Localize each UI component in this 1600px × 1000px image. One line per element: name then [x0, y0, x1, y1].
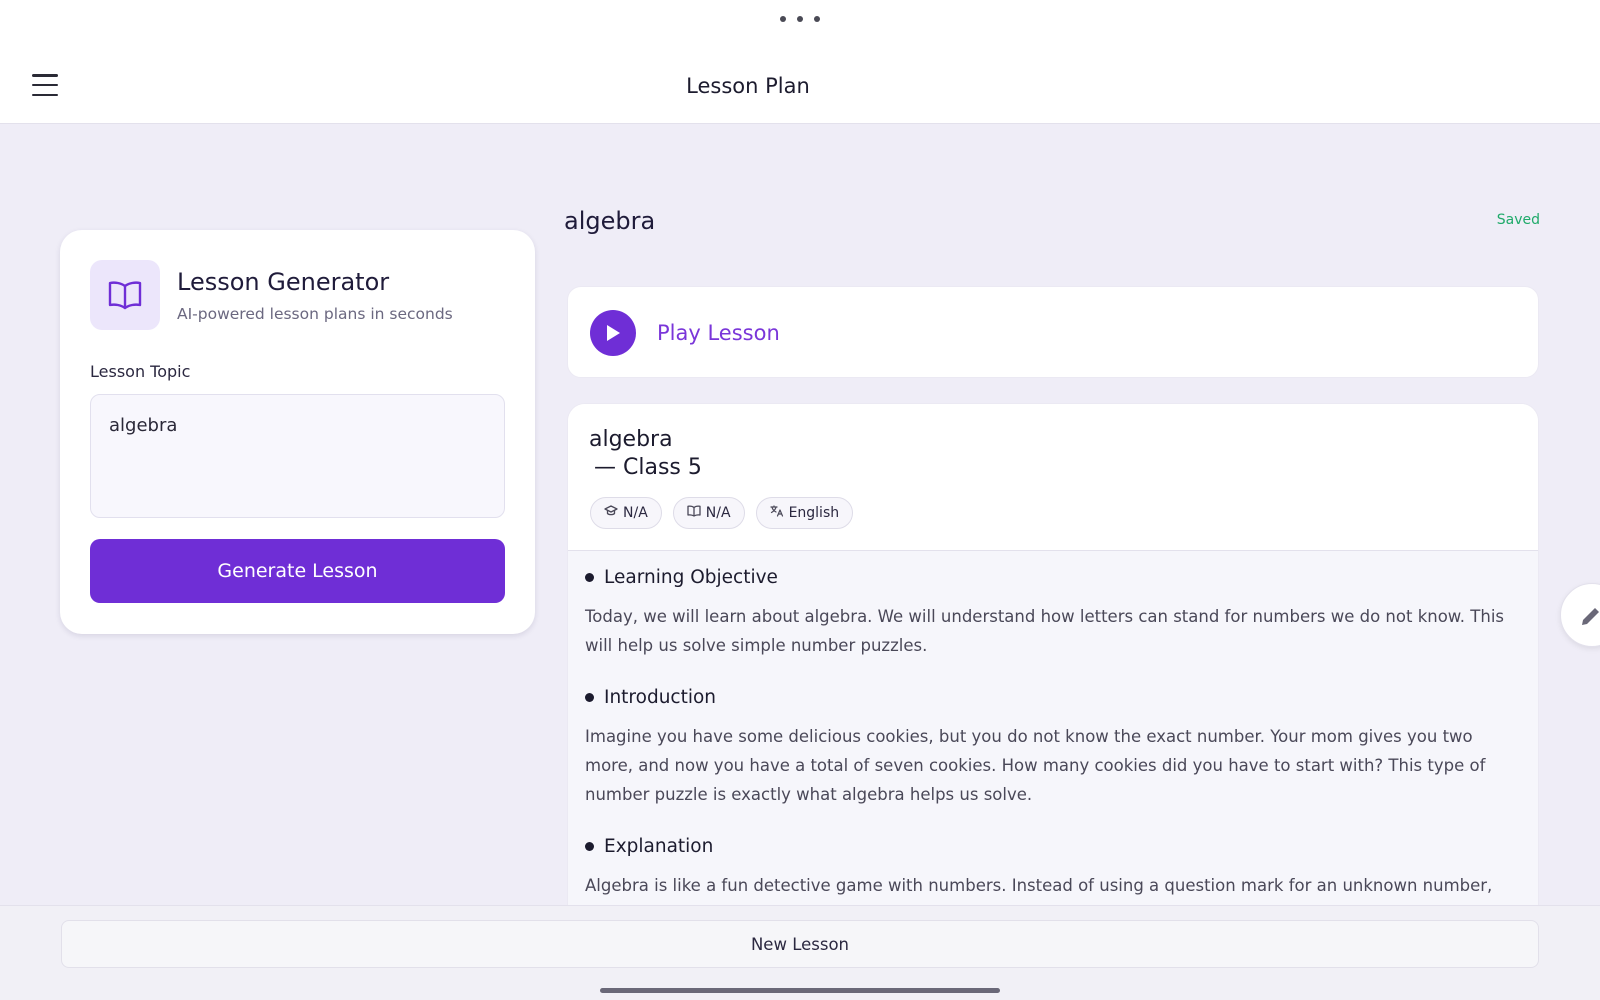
lesson-meta-chips: N/A N/A English — [590, 497, 854, 529]
section-heading: Introduction — [604, 687, 717, 708]
ellipsis-icon[interactable] — [780, 14, 820, 24]
lesson-topic-input[interactable]: algebra — [90, 394, 505, 518]
book-icon — [687, 505, 701, 521]
language-chip-label: English — [788, 505, 840, 521]
lesson-heading: algebra — [564, 207, 656, 235]
saved-status: Saved — [1496, 212, 1540, 228]
section-text: Imagine you have some delicious cookies,… — [585, 727, 1486, 804]
lesson-generator-card: Lesson Generator AI-powered lesson plans… — [60, 230, 535, 634]
play-lesson-button[interactable]: Play Lesson — [567, 286, 1539, 378]
grade-chip-label: N/A — [623, 505, 648, 521]
lesson-content-card: algebra — Class 5 N/A N/A English Learni… — [567, 403, 1539, 923]
grade-chip: N/A — [590, 497, 662, 529]
section-explanation: Explanation Algebra is like a fun detect… — [585, 836, 1525, 900]
generator-subtitle: AI-powered lesson plans in seconds — [177, 305, 453, 323]
bullet-icon — [585, 573, 594, 582]
lesson-title: algebra — [589, 427, 673, 452]
play-lesson-label: Play Lesson — [657, 321, 780, 345]
graduation-cap-icon — [604, 505, 618, 521]
translate-icon — [769, 505, 784, 521]
new-lesson-button[interactable]: New Lesson — [61, 920, 1539, 968]
lesson-class: — Class 5 — [594, 455, 702, 480]
lesson-topic-label: Lesson Topic — [90, 362, 191, 381]
section-text: Today, we will learn about algebra. We w… — [585, 607, 1504, 655]
lesson-content-body: Learning Objective Today, we will learn … — [568, 551, 1538, 922]
bullet-icon — [585, 842, 594, 851]
pencil-icon — [1579, 604, 1600, 632]
generate-lesson-button[interactable]: Generate Lesson — [90, 539, 505, 603]
play-icon — [590, 310, 636, 356]
top-app-bar: Lesson Plan — [0, 0, 1600, 124]
page-title: Lesson Plan — [686, 74, 810, 98]
section-heading: Learning Objective — [604, 567, 778, 588]
section-heading: Explanation — [604, 836, 714, 857]
home-indicator[interactable] — [600, 988, 1000, 993]
lesson-content-header: algebra — Class 5 N/A N/A English — [568, 404, 1538, 551]
bottom-bar: New Lesson — [0, 905, 1600, 1000]
subject-chip-label: N/A — [705, 505, 731, 521]
section-introduction: Introduction Imagine you have some delic… — [585, 687, 1525, 809]
bullet-icon — [585, 693, 594, 702]
open-book-icon — [90, 260, 160, 330]
edit-button[interactable] — [1560, 583, 1600, 647]
language-chip: English — [755, 497, 854, 529]
section-learning-objective: Learning Objective Today, we will learn … — [585, 567, 1525, 660]
generator-title: Lesson Generator — [177, 268, 390, 296]
subject-chip: N/A — [672, 497, 745, 529]
section-text: Algebra is like a fun detective game wit… — [585, 876, 1493, 895]
